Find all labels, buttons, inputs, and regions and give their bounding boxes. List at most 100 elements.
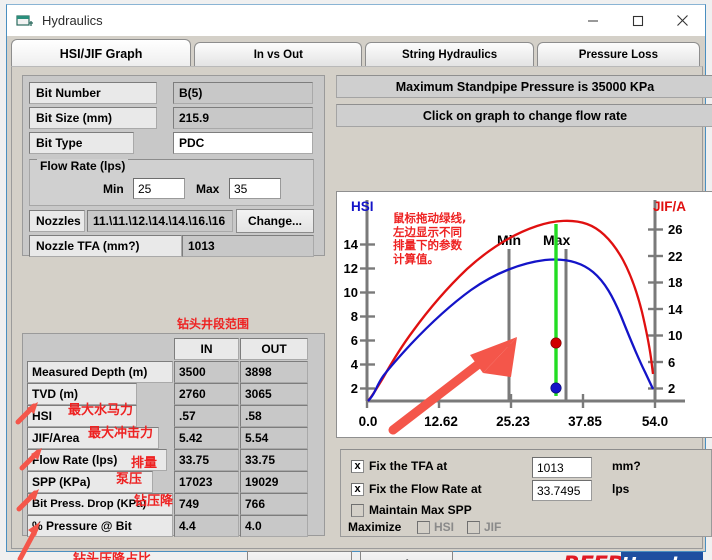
row-value-out: 33.75 [240, 449, 308, 471]
annotation-table-range: 钻头井段范围 [177, 317, 250, 331]
tab-in-vs-out[interactable]: In vs Out [194, 42, 363, 67]
svg-text:37.85: 37.85 [568, 414, 602, 429]
window-controls [570, 5, 705, 36]
maximize-jif-checkbox[interactable] [467, 521, 480, 534]
bit-number-label: Bit Number [29, 82, 157, 104]
flow-rate-group-title: Flow Rate (lps) [37, 159, 129, 173]
annotation-arrow-hsi [14, 400, 44, 426]
bit-size-label: Bit Size (mm) [29, 107, 157, 129]
svg-text:0.0: 0.0 [359, 414, 378, 429]
row-value-out: 3898 [240, 361, 308, 383]
annotation-bit-drop: 钻压降 [134, 494, 174, 509]
tab-label: Pressure Loss [578, 49, 658, 61]
svg-text:10: 10 [344, 285, 358, 300]
nozzle-tfa-value[interactable]: 1013 [182, 235, 314, 257]
svg-text:8: 8 [351, 309, 358, 324]
options-panel: x Fix the TFA at 1013 mm? x Fix the Flow… [340, 449, 712, 537]
svg-text:18: 18 [668, 275, 682, 290]
logo-reed-text: REED [563, 553, 625, 560]
annotation-spp: 泵压 [116, 472, 143, 487]
hsi-cursor-marker [550, 382, 562, 394]
row-value-in: 749 [174, 493, 239, 515]
title-bar: Hydraulics [7, 5, 705, 36]
svg-text:HSI: HSI [351, 199, 374, 214]
hydraulics-window: Hydraulics HSI/JIF Graph In vs Out Strin… [6, 4, 712, 560]
svg-text:14: 14 [668, 302, 683, 317]
fix-flow-rate-checkbox[interactable]: x [351, 483, 364, 496]
svg-text:12: 12 [344, 261, 358, 276]
fix-flow-rate-input[interactable]: 33.7495 [532, 480, 592, 501]
tab-pressure-loss[interactable]: Pressure Loss [536, 42, 700, 67]
row-value-in: 33.75 [174, 449, 239, 471]
reed-hycalog-logo: REED Hycalog A Grant Prideco Company [563, 552, 703, 560]
fix-tfa-input[interactable]: 1013 [532, 457, 592, 478]
data-entry-button[interactable]: Data Entry [247, 551, 352, 560]
tab-label: String Hydraulics [401, 49, 498, 61]
annotation-hsi: 最大水马力 [68, 403, 134, 418]
svg-text:6: 6 [668, 355, 675, 370]
bit-type-value[interactable]: PDC [173, 132, 313, 154]
svg-text:6: 6 [351, 333, 358, 348]
maximize-button[interactable] [615, 5, 660, 36]
svg-text:2: 2 [668, 381, 675, 396]
minimize-button[interactable] [570, 5, 615, 36]
click-hint-banner[interactable]: Click on graph to change flow rate [336, 104, 712, 127]
maintain-max-spp-checkbox[interactable] [351, 504, 364, 517]
results-table: IN OUT Measured Depth (m) 3500 3898 TVD … [22, 333, 325, 537]
maximize-jif-label: JIF [484, 520, 502, 534]
hsi-jif-graph[interactable]: 2 4 6 8 10 12 14 2 6 10 14 18 22 26 0.0 … [336, 191, 712, 438]
row-label: % Pressure @ Bit [27, 515, 173, 537]
graph-pointer-arrow [385, 325, 535, 435]
logo-hycalog-text: Hycalog [621, 552, 703, 560]
row-value-out: 4.0 [240, 515, 308, 537]
close-button[interactable] [660, 5, 705, 36]
flow-max-input[interactable]: 35 [229, 178, 281, 199]
row-value-in: .57 [174, 405, 239, 427]
fix-tfa-checkbox[interactable]: x [351, 460, 364, 473]
svg-text:2: 2 [351, 381, 358, 396]
row-value-out: 3065 [240, 383, 308, 405]
svg-text:10: 10 [668, 328, 682, 343]
graph-annotation-note: 鼠标拖动绿线, 左边显示不同 排量下的参数 计算值。 [393, 211, 467, 266]
tab-content-pane: Bit Number B(5) Bit Size (mm) 215.9 Bit … [11, 66, 712, 560]
print-button[interactable]: Print [360, 551, 453, 560]
tab-string-hydraulics[interactable]: String Hydraulics [365, 42, 534, 67]
annotation-pressure-pct: 钻头压降占比 [73, 552, 152, 560]
maximize-label: Maximize [348, 520, 402, 534]
svg-text:JIF/A: JIF/A [653, 199, 686, 214]
row-value-out: 19029 [240, 471, 308, 493]
bit-type-label: Bit Type [29, 132, 134, 154]
nozzles-label: Nozzles [29, 210, 85, 232]
nozzles-value[interactable]: 11.\11.\12.\14.\14.\16.\16 [87, 210, 233, 232]
annotation-arrow-pressure-pct [14, 519, 48, 560]
bit-size-value[interactable]: 215.9 [173, 107, 313, 129]
flow-min-input[interactable]: 25 [133, 178, 185, 199]
maximize-hsi-checkbox[interactable] [417, 521, 430, 534]
change-nozzles-button[interactable]: Change... [236, 209, 314, 233]
row-value-out: .58 [240, 405, 308, 427]
tab-hsi-jif-graph[interactable]: HSI/JIF Graph [11, 39, 192, 67]
bit-number-value[interactable]: B(5) [173, 82, 313, 104]
flow-max-label: Max [196, 182, 220, 196]
maintain-max-spp-label: Maintain Max SPP [369, 503, 472, 517]
annotation-arrow-spp [15, 487, 45, 513]
tab-strip: HSI/JIF Graph In vs Out String Hydraulic… [11, 39, 703, 67]
bit-info-panel: Bit Number B(5) Bit Size (mm) 215.9 Bit … [22, 75, 325, 257]
maximize-hsi-label: HSI [434, 520, 455, 534]
fix-tfa-label: Fix the TFA at [369, 459, 448, 473]
jif-cursor-marker [550, 337, 562, 349]
column-header-in: IN [174, 338, 239, 360]
fix-flow-rate-unit: lps [612, 482, 630, 496]
row-value-out: 766 [240, 493, 308, 515]
annotation-jif: 最大冲击力 [88, 426, 154, 441]
window-title: Hydraulics [42, 13, 103, 28]
row-value-in: 17023 [174, 471, 239, 493]
fix-tfa-unit: mm? [612, 459, 641, 473]
tab-label: HSI/JIF Graph [59, 46, 143, 61]
svg-text:22: 22 [668, 249, 682, 264]
annotation-arrow-flow [18, 446, 48, 472]
svg-text:26: 26 [668, 222, 682, 237]
max-spp-banner: Maximum Standpipe Pressure is 35000 KPa [336, 75, 712, 98]
screenshot-root: Hydraulics HSI/JIF Graph In vs Out Strin… [0, 0, 712, 560]
row-value-in: 3500 [174, 361, 239, 383]
